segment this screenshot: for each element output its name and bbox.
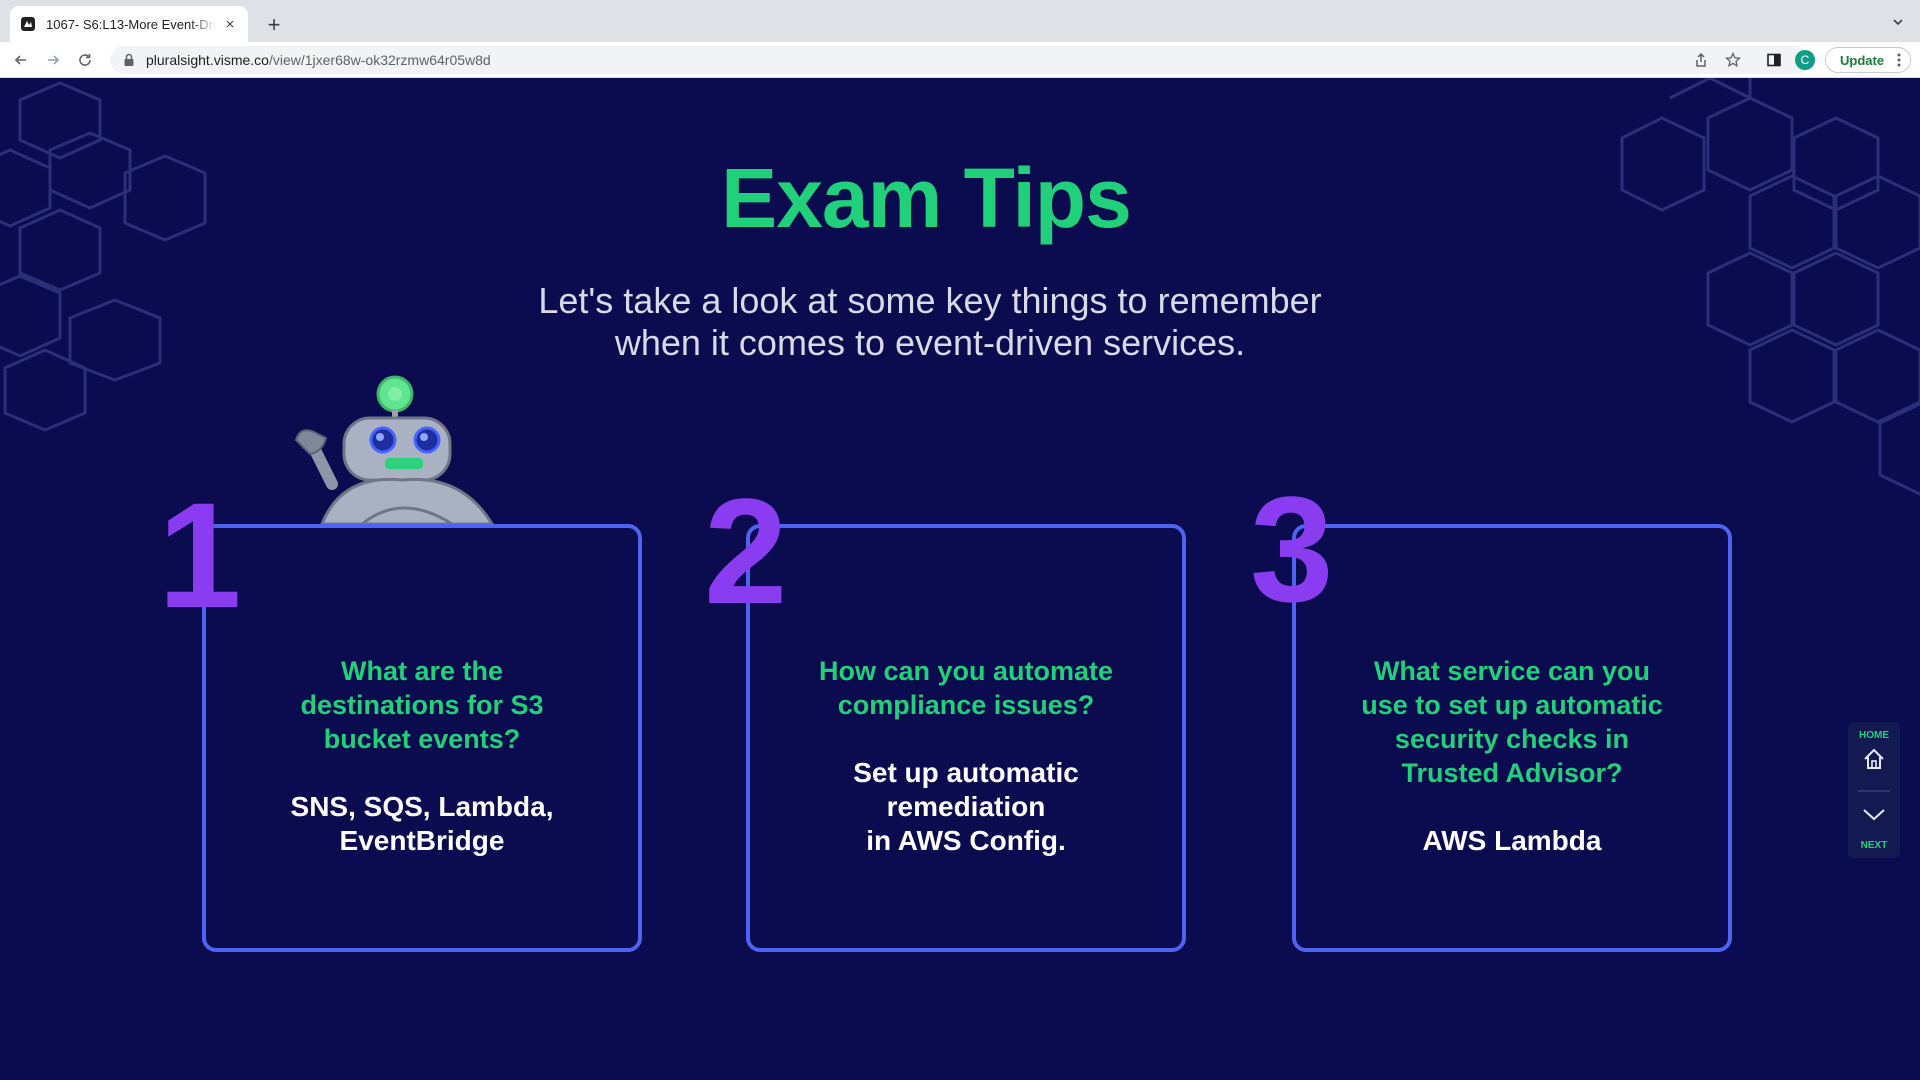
forward-icon[interactable] xyxy=(40,47,66,73)
slide-side-nav: HOME NEXT xyxy=(1848,722,1900,858)
question-line: bucket events? xyxy=(323,724,521,754)
tab-search-chevron-icon[interactable] xyxy=(1888,12,1908,32)
answer-line: EventBridge xyxy=(339,825,505,856)
answer-line: in AWS Config. xyxy=(866,825,1066,856)
card-answer: SNS, SQS, Lambda, EventBridge xyxy=(226,790,618,858)
question-line: How can you automate xyxy=(818,656,1114,686)
slide-title: Exam Tips xyxy=(721,151,1132,245)
subtitle-line: Let's take a look at some key things to … xyxy=(538,280,1322,321)
tip-number-3: 3 xyxy=(1250,465,1334,633)
bookmark-star-icon[interactable] xyxy=(1723,50,1743,70)
tip-number-1: 1 xyxy=(158,471,242,639)
lock-icon xyxy=(122,53,136,67)
browser-tab-bar: 1067- S6:L13-More Event-Driven Services … xyxy=(0,0,1920,42)
next-label[interactable]: NEXT xyxy=(1848,840,1900,851)
more-menu-icon[interactable] xyxy=(1897,52,1901,71)
slide-subtitle: Let's take a look at some key things to … xyxy=(460,280,1400,364)
answer-line: remediation xyxy=(886,791,1046,822)
answer-line: AWS Lambda xyxy=(1422,825,1602,856)
home-label[interactable]: HOME xyxy=(1848,730,1900,741)
subtitle-line: when it comes to event-driven services. xyxy=(614,322,1246,363)
card-question: How can you automate compliance issues? xyxy=(770,654,1162,722)
question-line: compliance issues? xyxy=(837,690,1095,720)
profile-avatar[interactable]: C xyxy=(1795,50,1815,70)
back-icon[interactable] xyxy=(8,47,34,73)
question-line: use to set up automatic xyxy=(1361,690,1663,720)
side-panel-icon[interactable] xyxy=(1764,50,1784,70)
address-bar[interactable]: pluralsight.visme.co/view/1jxer68w-ok32r… xyxy=(110,46,1810,74)
reload-icon[interactable] xyxy=(72,47,98,73)
next-chevron-down-icon[interactable] xyxy=(1861,802,1887,828)
url-host: pluralsight.visme.co xyxy=(146,52,269,68)
tip-card-2: How can you automate compliance issues? … xyxy=(746,524,1186,952)
update-button[interactable]: Update xyxy=(1825,47,1911,73)
update-label: Update xyxy=(1840,52,1885,68)
tip-card-1: What are the destinations for S3 bucket … xyxy=(202,524,642,952)
question-line: What service can you xyxy=(1373,656,1651,686)
share-icon[interactable] xyxy=(1691,50,1711,70)
question-line: security checks in xyxy=(1394,724,1630,754)
answer-line: Set up automatic xyxy=(853,757,1079,788)
question-line: What are the xyxy=(340,656,504,686)
presentation-slide: Exam Tips Let's take a look at some key … xyxy=(0,78,1920,1080)
visme-favicon-icon xyxy=(20,16,36,32)
browser-toolbar: pluralsight.visme.co/view/1jxer68w-ok32r… xyxy=(0,42,1920,78)
card-answer: AWS Lambda xyxy=(1316,824,1708,858)
robot-mascot-illustration xyxy=(294,375,494,524)
question-line: Trusted Advisor? xyxy=(1401,758,1623,788)
card-answer: Set up automatic remediation in AWS Conf… xyxy=(770,756,1162,858)
browser-tab[interactable]: 1067- S6:L13-More Event-Driven Services … xyxy=(10,6,248,42)
card-question: What service can you use to set up autom… xyxy=(1316,654,1708,790)
tab-close-icon[interactable]: × xyxy=(222,16,238,33)
tip-card-3: What service can you use to set up autom… xyxy=(1292,524,1732,952)
answer-line: SNS, SQS, Lambda, xyxy=(290,791,554,822)
tab-title: 1067- S6:L13-More Event-Driven Services xyxy=(46,16,216,32)
home-icon[interactable] xyxy=(1861,746,1887,772)
question-line: destinations for S3 xyxy=(300,690,544,720)
url-path: /view/1jxer68w-ok32rzmw64r05w8d xyxy=(268,52,491,68)
new-tab-button[interactable]: + xyxy=(260,11,288,39)
tip-number-2: 2 xyxy=(704,467,788,635)
nav-divider xyxy=(1858,790,1890,792)
card-question: What are the destinations for S3 bucket … xyxy=(226,654,618,756)
